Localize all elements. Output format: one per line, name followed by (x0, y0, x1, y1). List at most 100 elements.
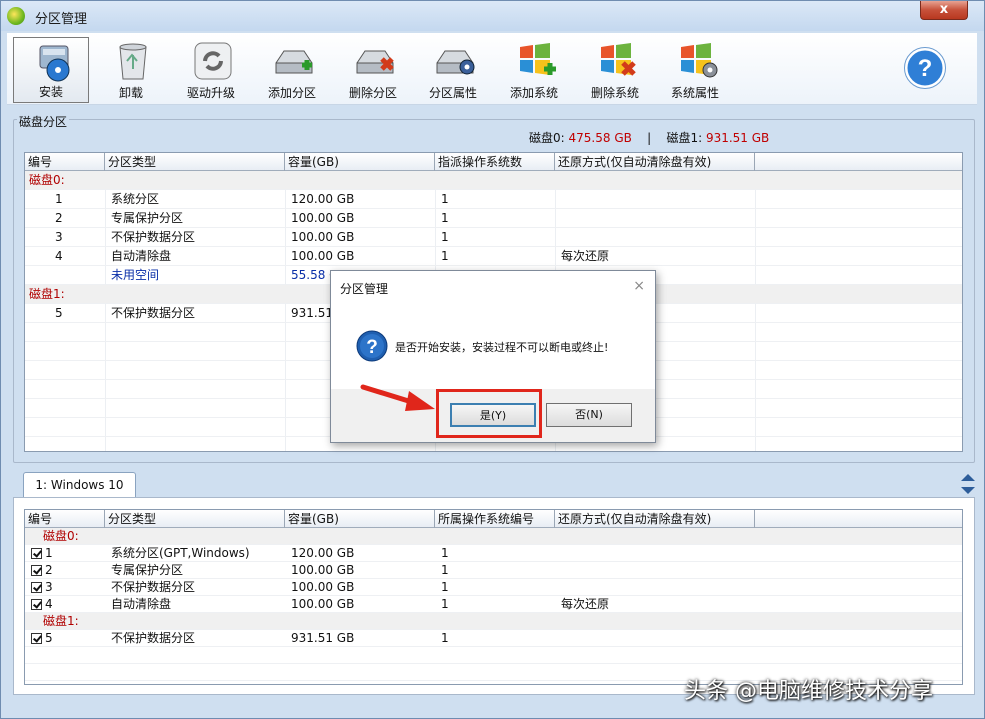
no-button[interactable]: 否(N) (546, 403, 632, 427)
cell-type: 自动清除盘 (111, 597, 172, 611)
window-title: 分区管理 (35, 12, 88, 27)
disk1-size: 931.51 GB (705, 131, 770, 145)
question-icon: ? (356, 330, 388, 362)
col-number[interactable]: 编号 (25, 510, 105, 528)
cell-no: 2 (55, 211, 63, 225)
cell-no: 1 (31, 545, 53, 562)
windows-delete-icon (601, 43, 636, 76)
cell-size: 100.00 GB (291, 230, 355, 244)
table-row[interactable]: 2 专属保护分区 100.00 GB 1 (25, 209, 962, 228)
cell-no: 2 (31, 562, 53, 579)
table-row[interactable]: 3 不保护数据分区 100.00 GB 1 (25, 579, 962, 596)
install-button[interactable]: 安装 (13, 37, 89, 103)
dialog-close-button[interactable]: × (633, 278, 645, 294)
partition-checkbox[interactable] (31, 582, 42, 593)
svg-text:?: ? (366, 337, 378, 358)
col-type[interactable]: 分区类型 (105, 510, 285, 528)
trash-icon (119, 43, 147, 80)
cell-no: 3 (55, 230, 63, 244)
empty-row (25, 647, 962, 664)
cell-os: 1 (441, 597, 449, 611)
table-row[interactable]: 1 系统分区 120.00 GB 1 (25, 190, 962, 209)
partition-properties-button[interactable]: 分区属性 (415, 37, 491, 103)
cell-os: 1 (441, 230, 449, 244)
cell-size: 100.00 GB (291, 597, 355, 611)
cell-os: 1 (441, 192, 449, 206)
cell-type: 不保护数据分区 (111, 230, 196, 244)
uninstall-button[interactable]: 卸载 (93, 37, 169, 103)
col-os-number[interactable]: 所属操作系统编号 (435, 510, 555, 528)
yes-button-highlight (436, 389, 542, 438)
cell-type: 不保护数据分区 (111, 306, 196, 320)
cell-no: 3 (31, 579, 53, 596)
disk-group-label: 磁盘1: (43, 614, 79, 628)
scroll-arrows-icon[interactable] (959, 471, 977, 497)
cell-size: 100.00 GB (291, 563, 355, 577)
windows-add-icon (520, 43, 556, 75)
disk-group-row[interactable]: 磁盘0: (25, 171, 962, 190)
partition-group-title: 磁盘分区 (17, 113, 70, 130)
col-type[interactable]: 分区类型 (105, 153, 285, 171)
window-close-button[interactable]: x (920, 1, 968, 20)
disk-gear-icon (436, 50, 475, 75)
cell-no: 4 (55, 249, 63, 263)
install-icon (39, 45, 70, 82)
toolbar: 安装 卸载 驱动升级 添加分区 删除分区 分区属性 添加系统 删除系统 系统属性… (7, 33, 977, 105)
cell-no: 5 (55, 306, 63, 320)
cell-os: 1 (441, 211, 449, 225)
table-row[interactable]: 5 不保护数据分区 931.51 GB 1 (25, 630, 962, 647)
tab-windows-10[interactable]: 1: Windows 10 (23, 472, 136, 498)
partition-checkbox[interactable] (31, 633, 42, 644)
cell-type: 自动清除盘 (111, 249, 172, 263)
cell-type: 未用空间 (111, 268, 160, 282)
cell-os: 1 (441, 546, 449, 560)
partition-checkbox[interactable] (31, 548, 42, 559)
cell-size: 931.51 GB (291, 631, 355, 645)
add-system-button[interactable]: 添加系统 (496, 37, 572, 103)
col-number[interactable]: 编号 (25, 153, 105, 171)
help-icon[interactable]: ? (904, 47, 946, 89)
table-row[interactable]: 2 专属保护分区 100.00 GB 1 (25, 562, 962, 579)
svg-text:?: ? (918, 55, 933, 82)
col-restore[interactable]: 还原方式(仅自动清除盘有效) (555, 510, 755, 528)
cell-type: 系统分区(GPT,Windows) (111, 546, 250, 560)
cell-no: 4 (31, 596, 53, 613)
main-window: 分区管理 x 安装 卸载 驱动升级 添加分区 删除分区 分区属性 添加系统 删除… (0, 0, 985, 719)
system-properties-button[interactable]: 系统属性 (657, 37, 733, 103)
delete-partition-button[interactable]: 删除分区 (335, 37, 411, 103)
partition-table-header: 编号 分区类型 容量(GB) 指派操作系统数 还原方式(仅自动清除盘有效) (25, 153, 962, 171)
system-partition-table[interactable]: 编号 分区类型 容量(GB) 所属操作系统编号 还原方式(仅自动清除盘有效) 磁… (24, 509, 963, 685)
cell-size: 100.00 GB (291, 249, 355, 263)
col-os-count[interactable]: 指派操作系统数 (435, 153, 555, 171)
cell-size: 120.00 GB (291, 546, 355, 560)
cell-restore: 每次还原 (561, 249, 610, 263)
system-table-header: 编号 分区类型 容量(GB) 所属操作系统编号 还原方式(仅自动清除盘有效) (25, 510, 962, 528)
cell-no: 5 (31, 630, 53, 647)
disk-group-row[interactable]: 磁盘1: (25, 613, 962, 630)
table-row[interactable]: 4 自动清除盘 100.00 GB 1 每次还原 (25, 596, 962, 613)
windows-gear-icon (681, 43, 718, 78)
driver-upgrade-button[interactable]: 驱动升级 (173, 37, 249, 103)
col-size[interactable]: 容量(GB) (285, 510, 435, 528)
delete-system-button[interactable]: 删除系统 (577, 37, 653, 103)
disk-group-label: 磁盘0: (43, 529, 79, 543)
table-row[interactable]: 4 自动清除盘 100.00 GB 1 每次还原 (25, 247, 962, 266)
cell-os: 1 (441, 563, 449, 577)
col-size[interactable]: 容量(GB) (285, 153, 435, 171)
disk-group-row[interactable]: 磁盘0: (25, 528, 962, 545)
partition-checkbox[interactable] (31, 565, 42, 576)
cell-restore: 每次还原 (561, 597, 610, 611)
cell-size: 100.00 GB (291, 580, 355, 594)
disk-add-icon (275, 50, 313, 74)
partition-checkbox[interactable] (31, 599, 42, 610)
table-row[interactable]: 1 系统分区(GPT,Windows) 120.00 GB 1 (25, 545, 962, 562)
dialog-message: 是否开始安装，安装过程不可以断电或终止! (395, 341, 609, 354)
table-row[interactable]: 3 不保护数据分区 100.00 GB 1 (25, 228, 962, 247)
add-partition-button[interactable]: 添加分区 (254, 37, 330, 103)
col-restore[interactable]: 还原方式(仅自动清除盘有效) (555, 153, 755, 171)
disk0-size: 475.58 GB (568, 131, 632, 145)
disk-delete-icon (356, 50, 394, 74)
cell-type: 系统分区 (111, 192, 160, 206)
watermark: 头条 @电脑维修技术分享 (684, 679, 933, 704)
disk-group-label: 磁盘0: (29, 173, 65, 187)
